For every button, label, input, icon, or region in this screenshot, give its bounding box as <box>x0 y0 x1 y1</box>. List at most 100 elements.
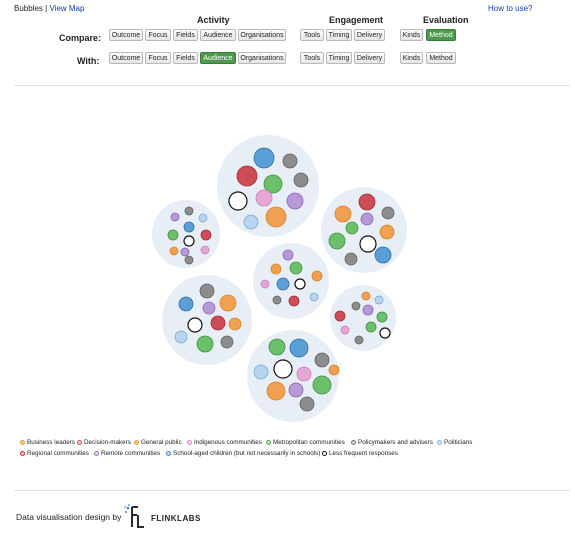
bubble-remote[interactable] <box>202 301 216 315</box>
bubble-indigenous[interactable] <box>340 325 350 335</box>
bubble-remote[interactable] <box>362 304 374 316</box>
legend-item-remote-communities[interactable]: Remote communities <box>94 450 160 457</box>
bubble-less[interactable] <box>228 191 248 211</box>
bubble-politicians[interactable] <box>253 364 269 380</box>
flinklabs-brand-name: FLINKLABS <box>151 514 201 523</box>
bubble-general[interactable] <box>328 364 340 376</box>
bubble-indigenous[interactable] <box>200 245 210 255</box>
bubble-politicians[interactable] <box>174 330 188 344</box>
bubble-politicians[interactable] <box>309 292 319 302</box>
bubble-general[interactable] <box>219 294 237 312</box>
bubble-school[interactable] <box>253 147 275 169</box>
legend-dot-icon <box>187 440 192 445</box>
bubble-metropolitan[interactable] <box>376 311 388 323</box>
bubble-general[interactable] <box>334 205 352 223</box>
legend-label: School-aged children (but not necessaril… <box>173 450 321 457</box>
bubble-policy[interactable] <box>314 352 330 368</box>
bubble-general[interactable] <box>379 224 395 240</box>
bubble-politicians[interactable] <box>243 214 259 230</box>
bubble-less[interactable] <box>187 317 203 333</box>
legend-item-school-aged-children[interactable]: School-aged children (but not necessaril… <box>166 450 320 457</box>
bubble-policy[interactable] <box>184 255 194 265</box>
legend-label: Indigenous communities <box>194 439 262 446</box>
bubble-metropolitan[interactable] <box>328 232 346 250</box>
bubble-indigenous[interactable] <box>255 189 273 207</box>
legend-dot-icon <box>266 440 271 445</box>
bubble-school[interactable] <box>374 246 392 264</box>
bubble-school[interactable] <box>289 338 309 358</box>
bubble-indigenous[interactable] <box>296 366 312 382</box>
bubble-policy[interactable] <box>293 172 309 188</box>
bubble-policy[interactable] <box>299 396 315 412</box>
bubble-general[interactable] <box>266 381 286 401</box>
bubble-remote[interactable] <box>170 212 180 222</box>
bubble-politicians[interactable] <box>374 295 384 305</box>
bubble-policy[interactable] <box>344 252 358 266</box>
bubble-less[interactable] <box>294 278 306 290</box>
bubble-less[interactable] <box>359 235 377 253</box>
legend-label: Metropolitan communities <box>273 439 345 446</box>
legend-dot-icon <box>20 440 25 445</box>
legend-item-politicians[interactable]: Politicians <box>437 439 472 446</box>
bubble-metropolitan[interactable] <box>196 335 214 353</box>
bubble-general[interactable] <box>311 270 323 282</box>
bubble-policy[interactable] <box>272 295 282 305</box>
bubble-general[interactable] <box>361 291 371 301</box>
bubble-decision[interactable] <box>210 315 226 331</box>
bubble-policy[interactable] <box>199 283 215 299</box>
bubble-decision[interactable] <box>200 229 212 241</box>
bubble-less[interactable] <box>273 359 293 379</box>
design-credit: Data visualisation design by <box>16 512 122 522</box>
bubble-general[interactable] <box>228 317 242 331</box>
bubble-decision[interactable] <box>288 295 300 307</box>
bubble-metropolitan[interactable] <box>365 321 377 333</box>
bubble-decision[interactable] <box>334 310 346 322</box>
flinklabs-logo-icon <box>124 504 144 528</box>
bubble-remote[interactable] <box>360 212 374 226</box>
bubble-metropolitan[interactable] <box>312 375 332 395</box>
bubble-general[interactable] <box>270 263 282 275</box>
legend-label: Regional communities <box>27 450 89 457</box>
legend-item-regional-communities[interactable]: Regional communities <box>20 450 89 457</box>
legend-label: Less frequent responses <box>329 450 398 457</box>
legend-label: Policymakers and advisers <box>358 439 433 446</box>
legend-label: Remote communities <box>101 450 161 457</box>
legend-dot-icon <box>77 440 82 445</box>
legend-item-general-public[interactable]: General public <box>134 439 182 446</box>
bubble-less[interactable] <box>183 235 195 247</box>
bubble-policy[interactable] <box>351 301 361 311</box>
bubble-policy[interactable] <box>282 153 298 169</box>
legend-label: Decision-makers <box>84 439 131 446</box>
legend-item-less-frequent[interactable]: Less frequent responses <box>322 450 398 457</box>
bubble-remote[interactable] <box>180 247 190 257</box>
bubble-metropolitan[interactable] <box>268 338 286 356</box>
bubble-school[interactable] <box>178 296 194 312</box>
bubble-general[interactable] <box>265 206 287 228</box>
bubble-metropolitan[interactable] <box>167 229 179 241</box>
bubble-metropolitan[interactable] <box>345 221 359 235</box>
bubble-remote[interactable] <box>286 192 304 210</box>
bubble-policy[interactable] <box>381 206 395 220</box>
bubble-remote[interactable] <box>288 382 304 398</box>
bubble-indigenous[interactable] <box>260 279 270 289</box>
bubble-school[interactable] <box>276 277 290 291</box>
bubble-policy[interactable] <box>220 335 234 349</box>
bubble-remote[interactable] <box>282 249 294 261</box>
legend-dot-icon <box>437 440 442 445</box>
bubble-politicians[interactable] <box>198 213 208 223</box>
legend-item-indigenous-communities[interactable]: Indigenous communities <box>187 439 262 446</box>
bubble-school[interactable] <box>183 221 195 233</box>
legend-item-decision-makers[interactable]: Decision-makers <box>77 439 131 446</box>
bubble-decision[interactable] <box>236 165 258 187</box>
legend-item-business-leaders[interactable]: Business leaders <box>20 439 75 446</box>
bubble-decision[interactable] <box>358 193 376 211</box>
bubble-general[interactable] <box>169 246 179 256</box>
bubble-less[interactable] <box>379 327 391 339</box>
bubble-policy[interactable] <box>354 335 364 345</box>
bubble-metropolitan[interactable] <box>289 261 303 275</box>
legend-dot-icon <box>20 451 25 456</box>
legend-item-metropolitan-communities[interactable]: Metropolitan communities <box>266 439 345 446</box>
legend-item-policymakers-advisers[interactable]: Policymakers and advisers <box>351 439 433 446</box>
bubble-policy[interactable] <box>184 206 194 216</box>
bottom-divider <box>14 490 570 491</box>
